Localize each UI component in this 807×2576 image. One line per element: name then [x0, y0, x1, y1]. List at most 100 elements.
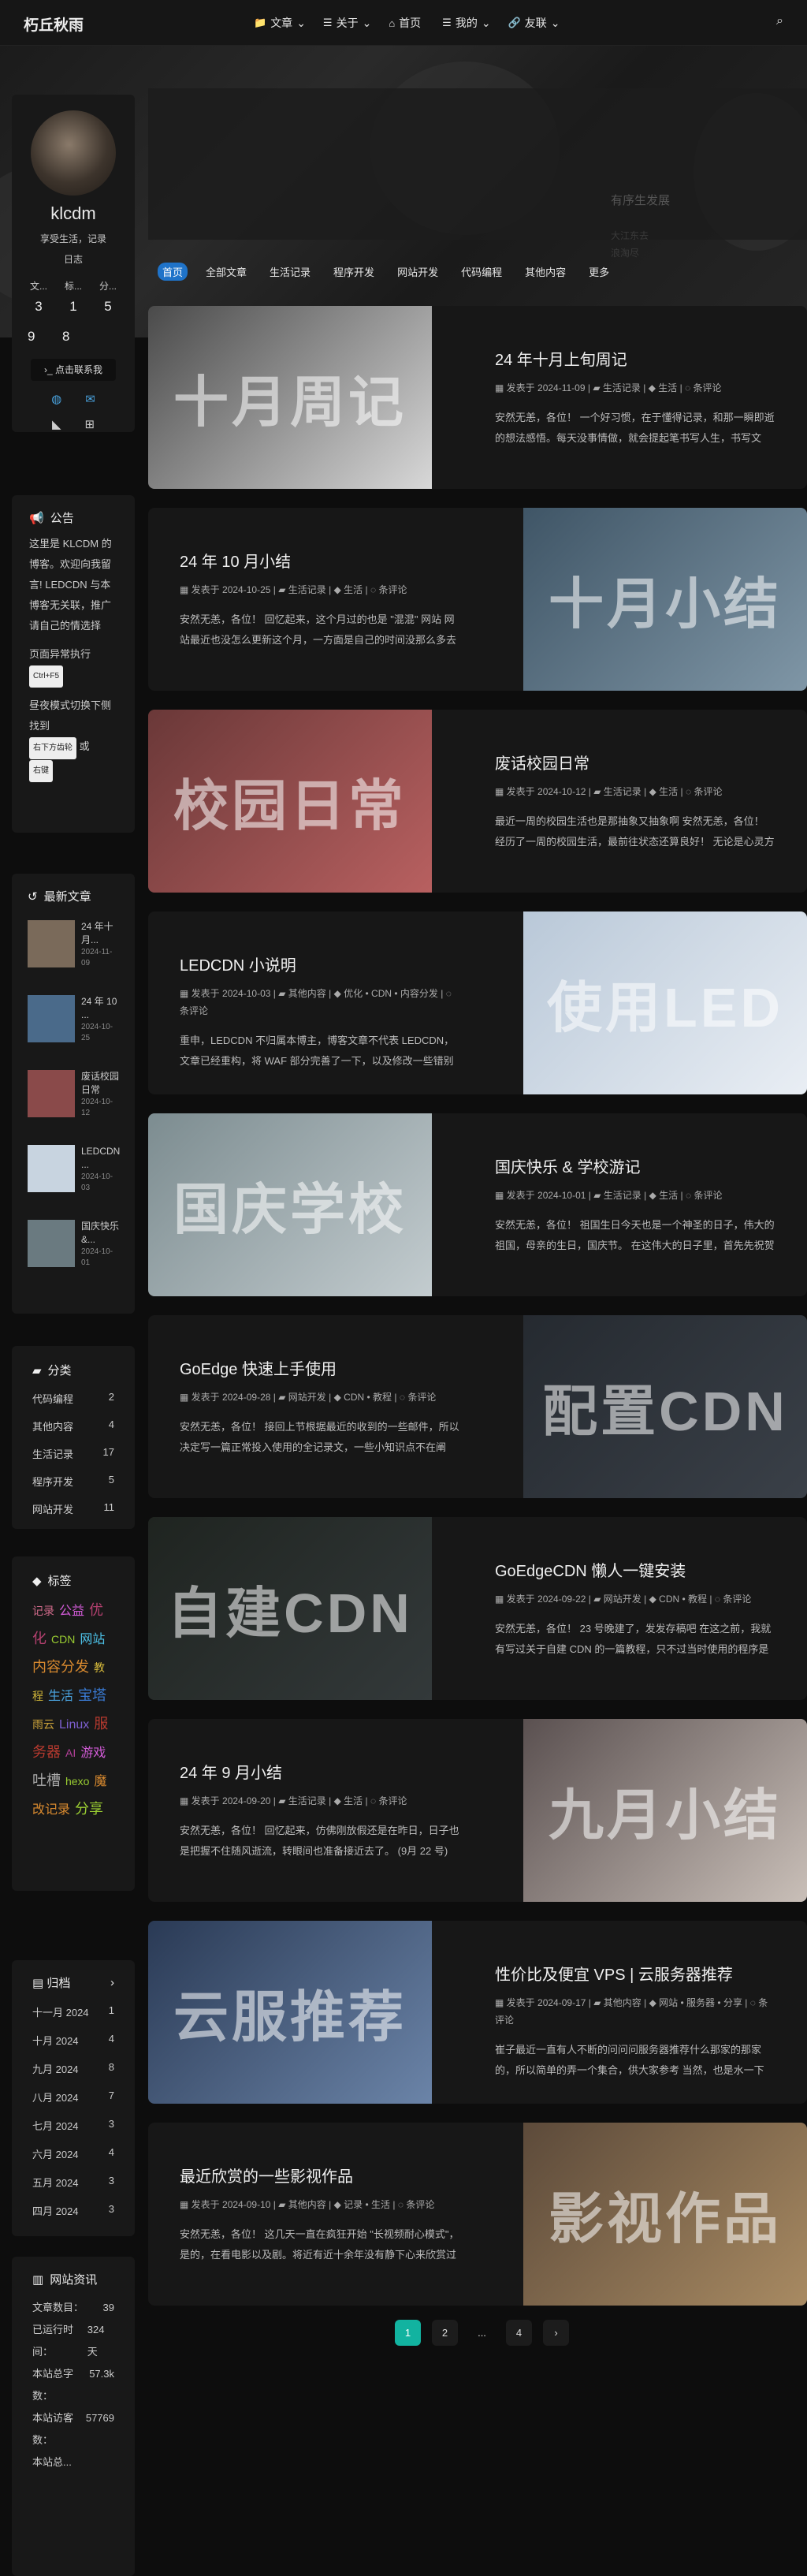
tab-0[interactable]: 首页	[158, 263, 188, 281]
post-tag[interactable]: 生活	[371, 2199, 390, 2210]
tag-item[interactable]: 游戏	[80, 1747, 106, 1760]
stat-categories[interactable]: 分... 5	[92, 279, 124, 315]
post-title[interactable]: 国庆快乐 & 学校游记	[495, 1154, 775, 1177]
post-cover-image[interactable]: 配置CDN	[523, 1315, 807, 1498]
contact-button[interactable]: ›_ 点击联系我	[31, 359, 116, 381]
post-comments[interactable]: 条评论	[694, 382, 722, 393]
post-comments[interactable]: 条评论	[723, 1594, 751, 1605]
tag-item[interactable]: 记录	[32, 1605, 54, 1617]
post-category[interactable]: 生活记录	[603, 382, 641, 393]
post-title[interactable]: LEDCDN 小说明	[180, 952, 460, 975]
nav-item-2[interactable]: ⌂ 首页	[389, 15, 425, 31]
recent-post-item[interactable]: 24 年十月... 2024-11-09	[28, 920, 119, 979]
tab-5[interactable]: 代码编程	[456, 263, 507, 281]
archive-item[interactable]: 十月 2024 4	[32, 2033, 114, 2048]
post-tag[interactable]: 生活	[658, 382, 677, 393]
post-category[interactable]: 网站开发	[604, 1594, 642, 1605]
post-card[interactable]: 九月小结 24 年 9 月小结 ▦ 发表于 2024-09-20 | ▰ 生活记录 …	[148, 1719, 807, 1902]
recent-post-item[interactable]: 国庆快乐 &... 2024-10-01	[28, 1220, 119, 1279]
post-card[interactable]: 自建CDN GoEdgeCDN 懒人一键安装 ▦ 发表于 2024-09-22 | …	[148, 1517, 807, 1700]
nav-item-4[interactable]: 🔗 友联 ⌄	[508, 15, 560, 31]
post-tag[interactable]: 内容分发	[400, 988, 438, 999]
post-category[interactable]: 其他内容	[288, 988, 326, 999]
category-item[interactable]: 代码编程 2	[32, 1391, 114, 1406]
tab-3[interactable]: 程序开发	[329, 263, 379, 281]
sitemap-icon[interactable]: ⊞	[84, 417, 95, 431]
avatar[interactable]	[31, 110, 116, 196]
tag-item[interactable]: 公益	[59, 1605, 84, 1618]
archive-item[interactable]: 四月 2024 3	[32, 2203, 114, 2218]
post-tag[interactable]: 分享	[723, 1997, 742, 2008]
post-card[interactable]: 十月周记 24 年十月上旬周记 ▦ 发表于 2024-11-09 | ▰ 生活记录 …	[148, 306, 807, 489]
rss-icon[interactable]: ◣	[52, 417, 61, 431]
post-comments[interactable]: 条评论	[407, 1392, 436, 1403]
archive-item[interactable]: 七月 2024 3	[32, 2118, 114, 2133]
post-tag[interactable]: 生活	[344, 584, 363, 595]
post-comments[interactable]: 条评论	[378, 1795, 407, 1806]
post-title[interactable]: GoEdgeCDN 懒人一键安装	[495, 1558, 775, 1581]
tab-4[interactable]: 网站开发	[392, 263, 443, 281]
post-category[interactable]: 网站开发	[288, 1392, 326, 1403]
post-cover-image[interactable]: 十月小结	[523, 508, 807, 691]
post-comments[interactable]: 条评论	[378, 584, 407, 595]
post-category[interactable]: 生活记录	[604, 1190, 642, 1201]
archive-item[interactable]: 十一月 2024 1	[32, 2004, 114, 2019]
tab-1[interactable]: 全部文章	[201, 263, 251, 281]
tag-item[interactable]: 生活	[48, 1690, 73, 1703]
post-cover-image[interactable]: 九月小结	[523, 1719, 807, 1902]
post-tag[interactable]: 网站	[659, 1997, 678, 2008]
page-4-button[interactable]: 4	[506, 2320, 532, 2346]
recent-post-item[interactable]: 24 年 10 ... 2024-10-25	[28, 995, 119, 1054]
post-title[interactable]: 24 年 10 月小结	[180, 549, 460, 572]
post-tag[interactable]: 记录	[344, 2199, 363, 2210]
post-card[interactable]: 云服推荐 性价比及便宜 VPS | 云服务器推荐 ▦ 发表于 2024-09-17 …	[148, 1921, 807, 2104]
post-title[interactable]: 24 年十月上旬周记	[495, 347, 775, 370]
category-item[interactable]: 生活记录 17	[32, 1446, 114, 1461]
post-title[interactable]: 24 年 9 月小结	[180, 1760, 460, 1783]
archive-item[interactable]: 九月 2024 8	[32, 2061, 114, 2076]
post-category[interactable]: 生活记录	[288, 1795, 326, 1806]
category-item[interactable]: 其他内容 4	[32, 1418, 114, 1433]
post-title[interactable]: GoEdge 快速上手使用	[180, 1356, 460, 1379]
tab-7[interactable]: 更多	[584, 263, 614, 281]
post-comments[interactable]: 条评论	[406, 2199, 434, 2210]
page-1-button[interactable]: 1	[395, 2320, 421, 2346]
search-icon[interactable]: ⌕	[776, 14, 783, 28]
post-category[interactable]: 生活记录	[604, 786, 642, 797]
post-cover-image[interactable]: 影视作品	[523, 2123, 807, 2306]
post-title[interactable]: 最近欣赏的一些影视作品	[180, 2164, 460, 2186]
category-item[interactable]: 网站开发 11	[32, 1501, 114, 1516]
post-cover-image[interactable]: 校园日常	[148, 710, 432, 893]
archive-item[interactable]: 六月 2024 4	[32, 2146, 114, 2161]
tag-item[interactable]: Linux	[59, 1718, 89, 1732]
email-icon[interactable]: ✉	[85, 392, 95, 406]
post-card[interactable]: 国庆学校 国庆快乐 & 学校游记 ▦ 发表于 2024-10-01 | ▰ 生活记录…	[148, 1113, 807, 1296]
tag-item[interactable]: 分享	[75, 1801, 103, 1817]
post-cover-image[interactable]: 云服推荐	[148, 1921, 432, 2104]
next-page-button[interactable]: ›	[543, 2320, 569, 2346]
post-tag[interactable]: 生活	[344, 1795, 363, 1806]
tab-2[interactable]: 生活记录	[265, 263, 315, 281]
tag-item[interactable]: 内容分发	[32, 1659, 89, 1675]
archive-item[interactable]: 五月 2024 3	[32, 2175, 114, 2190]
archive-item[interactable]: 八月 2024 7	[32, 2090, 114, 2104]
tag-item[interactable]: 雨云	[32, 1718, 54, 1731]
nav-item-3[interactable]: ☰ 我的 ⌄	[442, 15, 490, 31]
post-title[interactable]: 废话校园日常	[495, 751, 775, 774]
tag-item[interactable]: hexo	[65, 1775, 89, 1788]
github-icon[interactable]: ◍	[51, 392, 61, 406]
post-card[interactable]: 影视作品 最近欣赏的一些影视作品 ▦ 发表于 2024-09-10 | ▰ 其他内容…	[148, 2123, 807, 2306]
post-category[interactable]: 其他内容	[604, 1997, 642, 2008]
post-comments[interactable]: 条评论	[180, 1005, 208, 1016]
post-tag[interactable]: CDN	[344, 1392, 364, 1403]
page-2-button[interactable]: 2	[432, 2320, 458, 2346]
post-card[interactable]: 使用LED LEDCDN 小说明 ▦ 发表于 2024-10-03 | ▰ 其他内容…	[148, 911, 807, 1094]
recent-post-item[interactable]: LEDCDN ... 2024-10-03	[28, 1145, 120, 1204]
tag-item[interactable]: AI	[65, 1747, 76, 1759]
post-tag[interactable]: 生活	[659, 1190, 678, 1201]
tag-item[interactable]: 吐槽	[32, 1773, 61, 1788]
post-category[interactable]: 生活记录	[288, 584, 326, 595]
post-tag[interactable]: CDN	[371, 988, 392, 999]
post-card[interactable]: 配置CDN GoEdge 快速上手使用 ▦ 发表于 2024-09-28 | ▰ 网…	[148, 1315, 807, 1498]
nav-item-0[interactable]: 📁 文章 ⌄	[254, 15, 306, 31]
